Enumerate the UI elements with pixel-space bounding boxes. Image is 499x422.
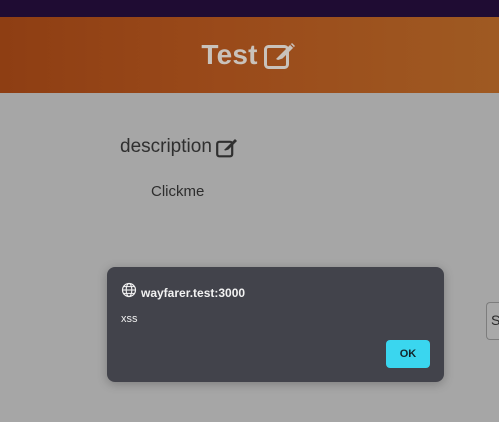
description-label: description: [120, 136, 212, 157]
globe-icon: [121, 282, 137, 303]
page: Test description Clickme S wayfarer.test…: [0, 0, 499, 422]
alert-dialog: wayfarer.test:3000 xss OK: [107, 267, 444, 382]
header-banner: Test: [0, 17, 499, 93]
dialog-origin: wayfarer.test:3000: [141, 285, 246, 300]
dialog-message: xss: [121, 313, 138, 325]
description-row: description: [120, 136, 239, 158]
edit-icon[interactable]: [263, 40, 298, 70]
description-edit-icon[interactable]: [215, 137, 239, 158]
clickme-link[interactable]: Clickme: [151, 183, 204, 200]
side-button[interactable]: S: [486, 302, 499, 340]
header-title-wrap: Test: [201, 39, 297, 71]
ok-button[interactable]: OK: [386, 340, 430, 368]
dialog-header: wayfarer.test:3000: [121, 282, 245, 303]
page-title: Test: [201, 39, 258, 70]
side-button-label: S: [491, 312, 499, 328]
top-strip: [0, 0, 499, 17]
